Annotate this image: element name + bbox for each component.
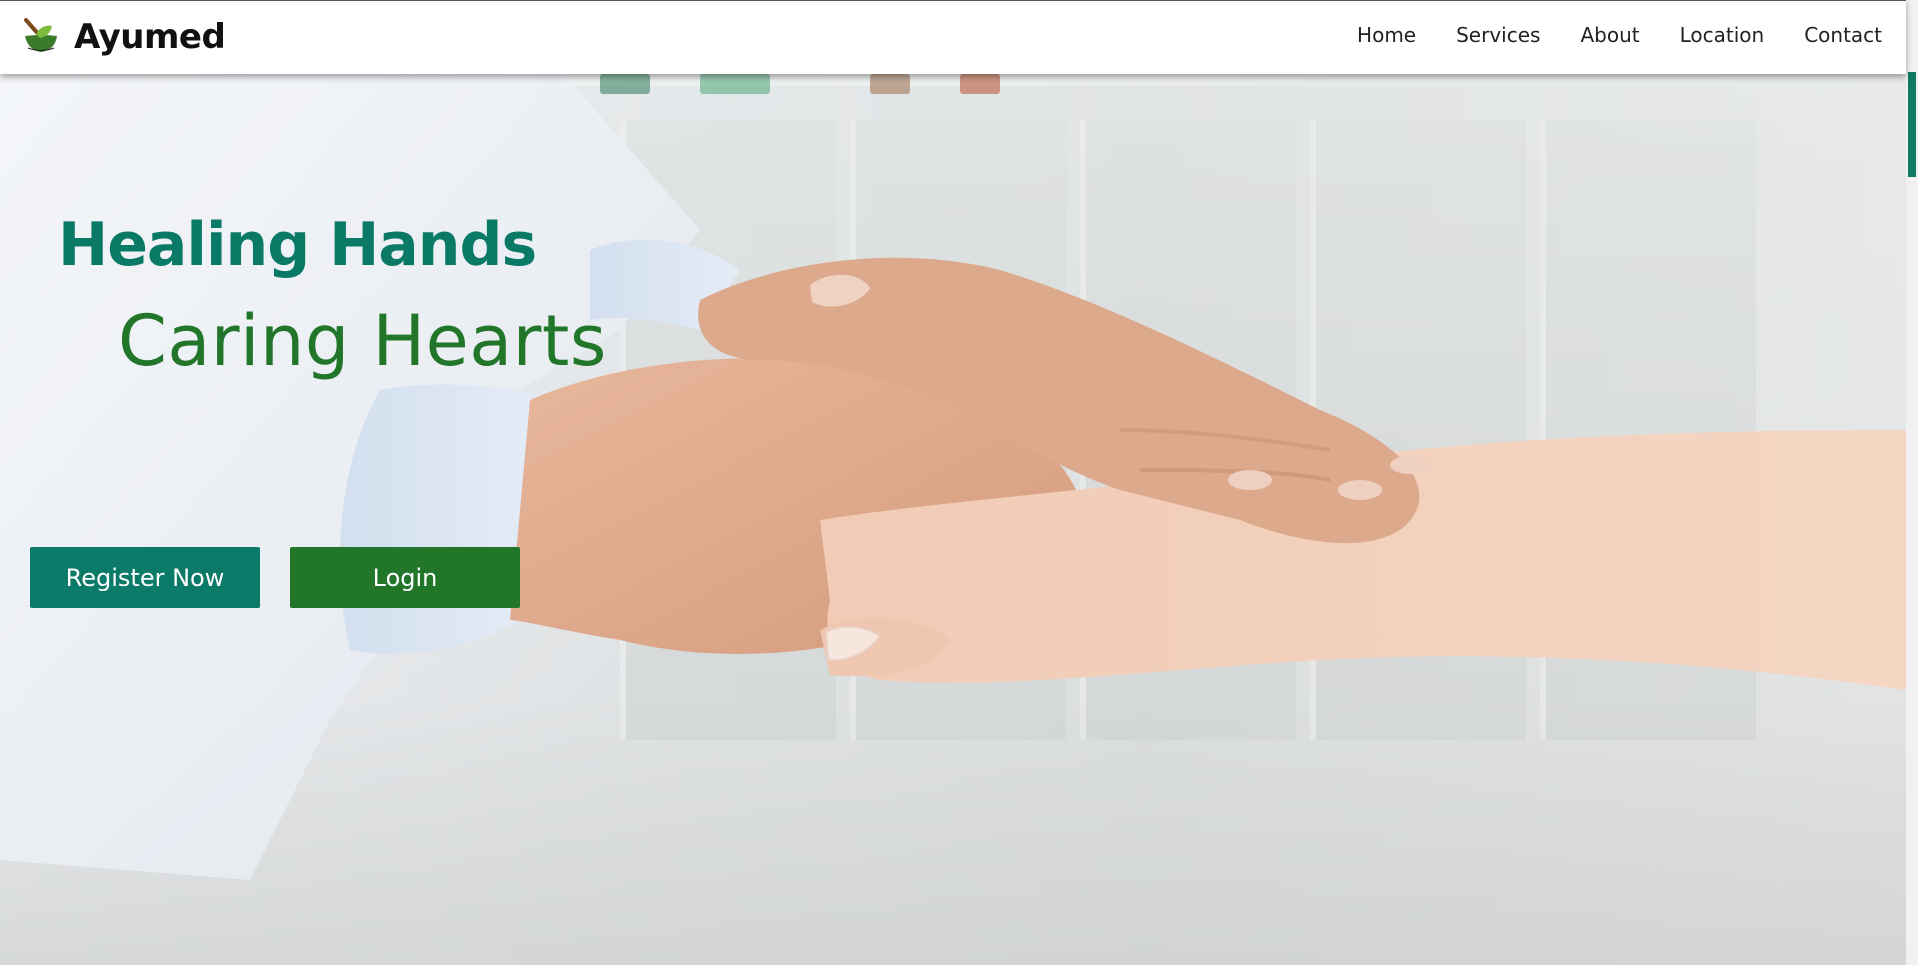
register-now-button[interactable]: Register Now (30, 547, 260, 608)
brand-name: Ayumed (74, 17, 226, 57)
mortar-pestle-leaf-logo-icon (24, 18, 57, 52)
page-scrollbar[interactable] (1906, 0, 1918, 965)
landing-page: Ayumed Home Services About Location Cont… (0, 0, 1918, 965)
scrollbar-thumb[interactable] (1908, 72, 1916, 177)
main-nav: Home Services About Location Contact (1357, 23, 1882, 47)
nav-link-contact[interactable]: Contact (1804, 23, 1882, 47)
brand[interactable]: Ayumed (22, 17, 226, 57)
hero-subheadline: Caring Hearts (118, 300, 607, 382)
nav-link-home[interactable]: Home (1357, 23, 1416, 47)
top-navbar: Ayumed Home Services About Location Cont… (0, 0, 1906, 74)
nav-link-about[interactable]: About (1580, 23, 1639, 47)
login-button[interactable]: Login (290, 547, 520, 608)
hero-background (0, 0, 1906, 965)
nav-link-location[interactable]: Location (1680, 23, 1765, 47)
hero-image-hands (0, 70, 1906, 880)
hero-headline: Healing Hands (58, 210, 537, 280)
nav-link-services[interactable]: Services (1456, 23, 1540, 47)
